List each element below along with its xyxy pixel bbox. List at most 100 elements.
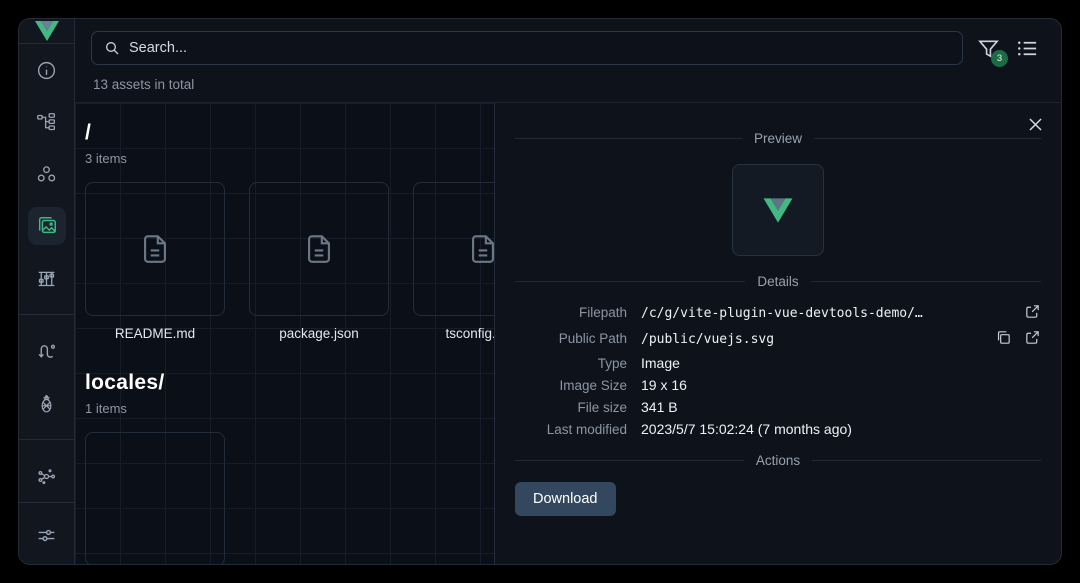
file-icon [144,235,166,263]
route-icon [38,344,56,358]
close-icon [1029,118,1042,131]
copy-icon [997,331,1010,344]
vue-logo-icon [763,197,793,223]
detail-row-file-size: File size 341 B [515,399,1041,415]
search-placeholder: Search... [129,40,188,56]
asset-thumbnail [249,182,389,316]
sidebar-footer [19,502,74,564]
sliders-icon [38,529,55,541]
pineapple-icon [41,394,52,412]
file-icon [308,235,330,263]
sidebar-item-routes[interactable] [28,332,66,370]
graph-icon [38,468,56,484]
asset-grid-pane[interactable]: / 3 items README.md package.json tsconfi… [75,103,495,564]
timeline-icon [38,271,55,286]
main-area: Search... 3 13 assets in total / 3 items… [75,19,1061,564]
detail-row-type: Type Image [515,355,1041,371]
detail-value: Image [641,355,680,371]
vue-logo-icon [34,21,59,41]
sidebar-item-overview[interactable] [28,51,66,89]
asset-card-list [85,432,494,564]
actions-title: Actions [755,453,801,468]
details-rows: Filepath /c/g/vite-plugin-vue-devtools-d… [515,303,1041,437]
content-area: / 3 items README.md package.json tsconfi… [75,102,1061,564]
nodes-icon [37,165,56,181]
asset-card[interactable]: package.json [249,182,389,341]
detail-row-filepath: Filepath /c/g/vite-plugin-vue-devtools-d… [515,303,1041,323]
asset-card-label: README.md [114,326,196,341]
asset-card-list: README.md package.json tsconfig. [85,182,494,341]
detail-value: 341 B [641,399,678,415]
app-logo [19,19,74,44]
detail-value: 2023/5/7 15:02:24 (7 months ago) [641,421,852,437]
asset-card-label: package.json [279,326,359,341]
folder-item-count: 1 items [85,401,127,416]
detail-value: 19 x 16 [641,377,687,393]
asset-card[interactable]: README.md [85,182,225,341]
divider-left [515,281,746,282]
info-circle-icon [37,61,56,79]
detail-value: /public/vuejs.svg [641,331,775,347]
detail-row-last-modified: Last modified 2023/5/7 15:02:24 (7 month… [515,421,1041,437]
search-input[interactable]: Search... [91,31,963,65]
filepath-actions [1016,303,1041,323]
sidebar-item-pinia[interactable] [28,384,66,422]
details-panel: Preview Details Filepath /c/g/vite-plugi… [495,103,1061,564]
actions-section-header: Actions [515,453,1041,468]
sidebar-nav [19,44,74,502]
external-link-icon [1026,305,1039,318]
file-icon [472,235,494,263]
copy-button[interactable] [995,329,1012,349]
details-title: Details [757,274,799,289]
download-button[interactable]: Download [515,482,616,516]
detail-label: Type [597,356,627,371]
folder-name: locales/ [85,371,165,394]
sidebar-item-pages[interactable] [28,155,66,193]
list-icon [1018,41,1037,55]
detail-label: Last modified [546,422,627,437]
detail-label: File size [577,400,627,415]
devtools-window: Search... 3 13 assets in total / 3 items… [18,18,1062,565]
open-external-button[interactable] [1024,303,1041,323]
preview-section-header: Preview [515,131,1042,146]
divider-left [515,460,744,461]
sidebar-item-timeline[interactable] [28,259,66,297]
detail-label: Filepath [578,304,627,320]
asset-card-label: tsconfig.json [445,326,495,341]
folder-item-count: 3 items [85,151,127,166]
preview-thumbnail[interactable] [732,164,824,256]
close-button[interactable] [1026,115,1045,139]
images-icon [38,217,56,234]
top-bar: Search... 3 [75,19,1061,67]
folder-group-locales: locales/ 1 items [75,341,494,564]
list-view-button[interactable] [1016,37,1039,60]
folder-name: / [85,121,92,144]
public-path-actions [987,329,1041,349]
details-section-header: Details [515,274,1042,289]
sidebar-item-assets[interactable] [27,207,66,245]
filter-button[interactable]: 3 [977,37,1008,67]
preview-title: Preview [754,131,803,146]
divider-left [515,138,742,139]
asset-card[interactable] [85,432,225,564]
asset-thumbnail [85,182,225,316]
divider-right [812,460,1041,461]
folder-group-root: / 3 items README.md package.json tsconfi… [75,103,494,341]
sidebar-item-components[interactable] [28,103,66,141]
search-icon [106,42,119,55]
detail-label: Image Size [559,378,627,393]
divider-right [810,281,1042,282]
sidebar-divider-2 [19,439,74,440]
divider-right [814,138,1042,139]
open-external-button[interactable] [1024,329,1041,349]
asset-card[interactable]: tsconfig.json [413,182,495,341]
external-link-icon [1026,331,1039,344]
sidebar [19,19,75,564]
detail-row-image-size: Image Size 19 x 16 [515,377,1041,393]
sidebar-item-settings[interactable] [28,516,66,554]
sidebar-item-graph[interactable] [28,457,66,495]
detail-row-public-path: Public Path /public/vuejs.svg [515,329,1041,349]
toolbar-icons: 3 [977,37,1045,67]
detail-label: Public Path [558,330,627,346]
component-tree-icon [37,112,56,130]
